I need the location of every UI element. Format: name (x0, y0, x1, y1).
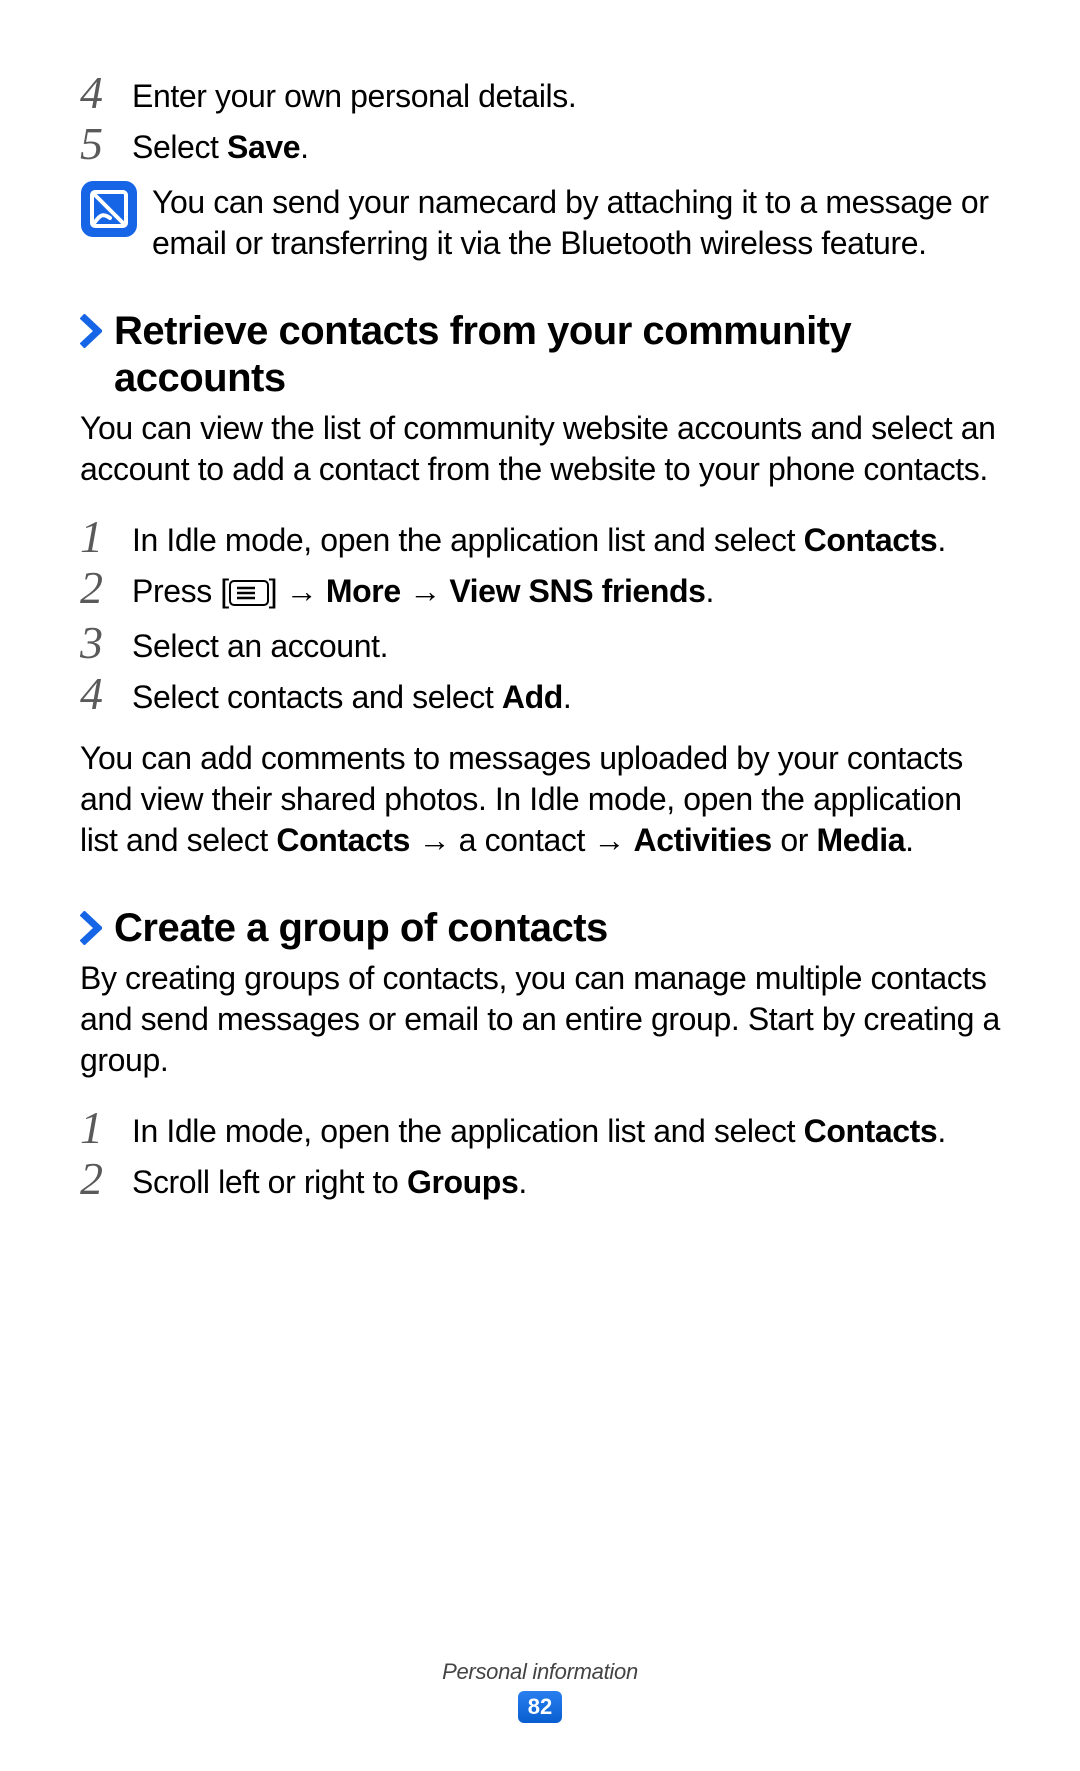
step-number: 5 (80, 121, 132, 167)
page-footer: Personal information 82 (0, 1659, 1080, 1723)
step-text: Select contacts and select Add. (132, 671, 1000, 718)
numbered-step: 3Select an account. (80, 620, 1000, 667)
section-heading: Create a group of contacts (80, 905, 1000, 952)
step-text: Scroll left or right to Groups. (132, 1156, 1000, 1203)
step-number: 2 (80, 1156, 132, 1202)
note-row: You can send your namecard by attaching … (80, 180, 1000, 264)
step-number: 2 (80, 565, 132, 611)
numbered-step: 1In Idle mode, open the application list… (80, 1105, 1000, 1152)
page-number-badge: 82 (518, 1691, 562, 1723)
footer-section-label: Personal information (0, 1659, 1080, 1685)
step-number: 4 (80, 70, 132, 116)
step-text: Select Save. (132, 121, 1000, 168)
section-intro: By creating groups of contacts, you can … (80, 958, 1000, 1081)
numbered-step: 4Select contacts and select Add. (80, 671, 1000, 718)
numbered-step: 2Scroll left or right to Groups. (80, 1156, 1000, 1203)
numbered-step: 2Press [] → More → View SNS friends. (80, 565, 1000, 616)
step-number: 1 (80, 1105, 132, 1151)
numbered-step: 4Enter your own personal details. (80, 70, 1000, 117)
section-title: Create a group of contacts (114, 905, 1000, 952)
chevron-right-icon (80, 308, 114, 353)
numbered-step: 5Select Save. (80, 121, 1000, 168)
section-title: Retrieve contacts from your community ac… (114, 308, 1000, 402)
document-page: 4Enter your own personal details.5Select… (0, 0, 1080, 1771)
chevron-right-icon (80, 905, 114, 950)
step-number: 1 (80, 514, 132, 560)
step-text: Press [] → More → View SNS friends. (132, 565, 1000, 616)
section-intro: You can view the list of community websi… (80, 408, 1000, 490)
note-text: You can send your namecard by attaching … (152, 180, 1000, 264)
section-heading: Retrieve contacts from your community ac… (80, 308, 1000, 402)
note-icon (80, 180, 140, 240)
step-text: In Idle mode, open the application list … (132, 1105, 1000, 1152)
step-number: 3 (80, 620, 132, 666)
step-text: In Idle mode, open the application list … (132, 514, 1000, 561)
section-outro: You can add comments to messages uploade… (80, 738, 1000, 861)
step-text: Select an account. (132, 620, 1000, 667)
step-text: Enter your own personal details. (132, 70, 1000, 117)
step-number: 4 (80, 671, 132, 717)
menu-key-icon (229, 575, 269, 616)
numbered-step: 1In Idle mode, open the application list… (80, 514, 1000, 561)
